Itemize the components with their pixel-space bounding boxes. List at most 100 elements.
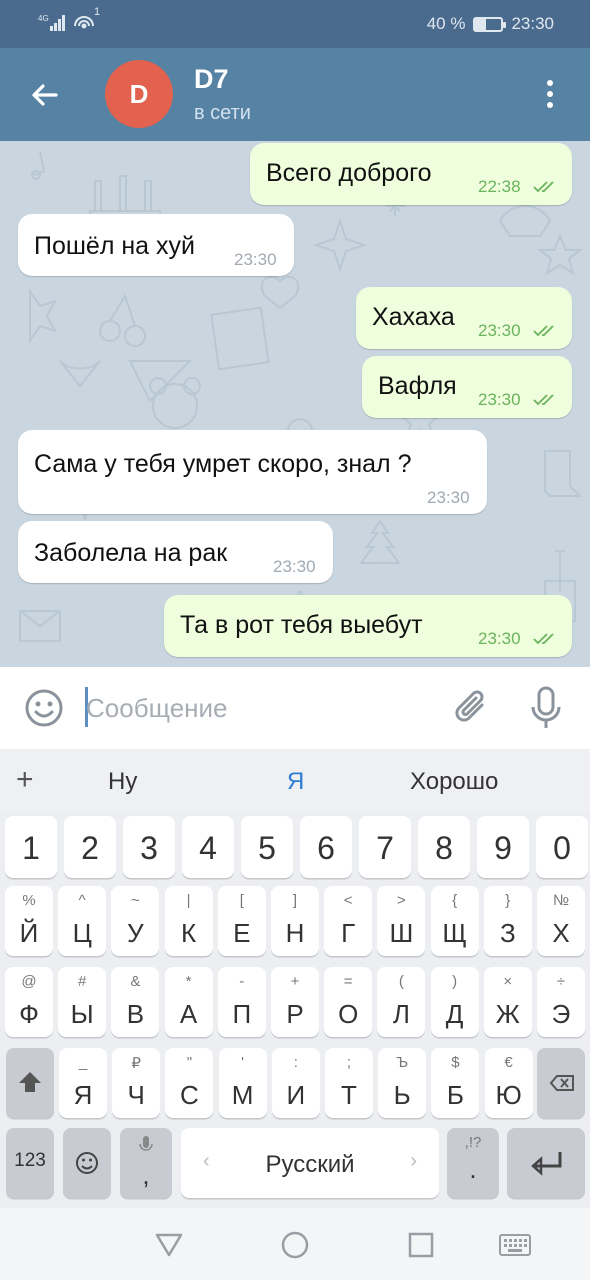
comma-key[interactable]: ,	[120, 1128, 172, 1198]
key-secondary-label: (	[398, 973, 404, 990]
key[interactable]: ; Т	[325, 1048, 373, 1118]
outgoing-message[interactable]: Хахаха 23:30	[356, 287, 572, 349]
key[interactable]: ] Н	[271, 886, 319, 956]
key-secondary-label: }	[505, 892, 511, 909]
key[interactable]: [Е	[217, 886, 266, 956]
key[interactable]: 7	[359, 816, 411, 878]
key[interactable]: ~ У	[111, 886, 160, 956]
key-secondary-label: <	[343, 892, 353, 909]
key[interactable]: 4	[182, 816, 234, 878]
incoming-message[interactable]: Заболела на рак 23:30	[18, 521, 333, 583]
suggestion-item[interactable]: Хорошо	[410, 768, 498, 796]
incoming-message[interactable]: Сама у тебя умрет скоро, знал ? 23:30	[18, 430, 487, 514]
nav-keyboard-button[interactable]	[498, 1230, 532, 1260]
key-secondary-label: ^	[78, 892, 86, 909]
message-input[interactable]	[86, 687, 426, 729]
nav-back-button[interactable]	[154, 1230, 184, 1260]
key[interactable]: _ Я	[59, 1048, 107, 1118]
navigation-bar	[0, 1208, 590, 1280]
key[interactable]: № Х	[537, 886, 585, 956]
space-key[interactable]: ‹ Русский ›	[181, 1128, 439, 1198]
key[interactable]: * А	[164, 967, 213, 1037]
shift-key[interactable]	[6, 1048, 54, 1118]
key[interactable]: " С	[165, 1048, 214, 1118]
key[interactable]: $ Б	[431, 1048, 480, 1118]
numbers-toggle-key[interactable]: 123	[6, 1128, 54, 1198]
chat-header: D D7 в сети	[0, 48, 590, 141]
period-key[interactable]: ,!? .	[447, 1128, 499, 1198]
key[interactable]: (Л	[377, 967, 426, 1037]
emoji-button[interactable]	[24, 688, 64, 728]
key[interactable]: 8	[418, 816, 470, 878]
incoming-message[interactable]: Пошёл на хуй 23:30	[18, 214, 294, 276]
key-secondary-label: _	[78, 1054, 88, 1071]
key[interactable]: € Ю	[484, 1048, 533, 1118]
key[interactable]: :И	[271, 1048, 320, 1118]
key[interactable]: # Ы	[58, 967, 107, 1037]
suggestion-item[interactable]: Ну	[108, 768, 137, 796]
key-secondary-label: €	[504, 1054, 513, 1071]
key[interactable]: = О	[324, 967, 373, 1037]
suggestion-item[interactable]: Я	[287, 768, 304, 796]
key[interactable]: 3	[123, 816, 175, 878]
avatar[interactable]: D	[105, 60, 173, 128]
key[interactable]: ₽ Ч	[112, 1048, 161, 1118]
key[interactable]: 0	[536, 816, 588, 878]
key[interactable]: & В	[111, 967, 160, 1037]
key[interactable]: + Р	[271, 967, 319, 1037]
message-text: Пошёл на хуй	[34, 232, 195, 260]
key[interactable]: @ Ф	[5, 967, 53, 1037]
key[interactable]: > Ш	[377, 886, 426, 956]
backspace-key[interactable]	[537, 1048, 585, 1118]
key-label: 3	[140, 830, 158, 866]
key[interactable]: 9	[477, 816, 529, 878]
message-time: 23:30	[427, 488, 470, 507]
chat-area[interactable]: Всего доброго 22:38 Пошёл на хуй 23:30 Хахах…	[0, 141, 590, 667]
message-time: 23:30	[478, 629, 521, 648]
enter-key[interactable]	[507, 1128, 585, 1198]
key[interactable]: } З	[483, 886, 532, 956]
key[interactable]: | К	[164, 886, 213, 956]
key-secondary-label: '	[241, 1054, 245, 1071]
key[interactable]: 2	[64, 816, 116, 878]
key[interactable]: ' М	[218, 1048, 267, 1118]
key[interactable]: 6	[300, 816, 352, 878]
emoji-key[interactable]	[63, 1128, 111, 1198]
nav-home-button[interactable]	[280, 1230, 310, 1260]
key[interactable]: ÷ Э	[537, 967, 585, 1037]
key[interactable]: 1	[5, 816, 57, 878]
suggestion-plus-button[interactable]: +	[16, 763, 34, 797]
double-check-icon	[533, 394, 554, 406]
key[interactable]: % Й	[5, 886, 53, 956]
key[interactable]: × Ж	[483, 967, 532, 1037]
microphone-button[interactable]	[528, 685, 564, 731]
enter-icon	[531, 1152, 562, 1176]
outgoing-message[interactable]: Та в рот тебя выебут 23:30	[164, 595, 572, 657]
key[interactable]: ) Д	[430, 967, 479, 1037]
back-button[interactable]	[28, 78, 62, 112]
microphone-icon	[531, 686, 561, 728]
dot-icon	[547, 80, 553, 86]
outgoing-message[interactable]: Вафля 23:30	[362, 356, 572, 418]
key[interactable]: ЪЬ	[378, 1048, 427, 1118]
outgoing-message[interactable]: Всего доброго 22:38	[250, 143, 572, 205]
nav-recents-button[interactable]	[406, 1230, 436, 1260]
key-label: С	[180, 1080, 199, 1110]
key-secondary-label: &	[130, 973, 141, 990]
key[interactable]: {Щ	[430, 886, 479, 956]
message-text: Та в рот тебя выебут	[180, 611, 423, 639]
keyboard: 1234567890 % Й ^ Ц ~ У | К[Е] Н < Г > Ш{Щ} З № Х @ Ф # Ы & В…	[0, 813, 590, 1208]
key-label: Т	[341, 1080, 357, 1110]
key[interactable]: ^ Ц	[58, 886, 107, 956]
more-menu-button[interactable]	[538, 76, 562, 112]
message-text: Сама у тебя умрет скоро, знал ?	[34, 450, 412, 478]
key[interactable]: -П	[217, 967, 266, 1037]
key-secondary-label: +	[290, 973, 300, 990]
contact-name[interactable]: D7	[194, 64, 229, 95]
dot-icon	[547, 91, 553, 97]
double-check-icon	[533, 633, 554, 645]
attach-button[interactable]	[452, 687, 492, 729]
key-label: Щ	[442, 918, 467, 948]
key[interactable]: < Г	[324, 886, 373, 956]
key[interactable]: 5	[241, 816, 293, 878]
